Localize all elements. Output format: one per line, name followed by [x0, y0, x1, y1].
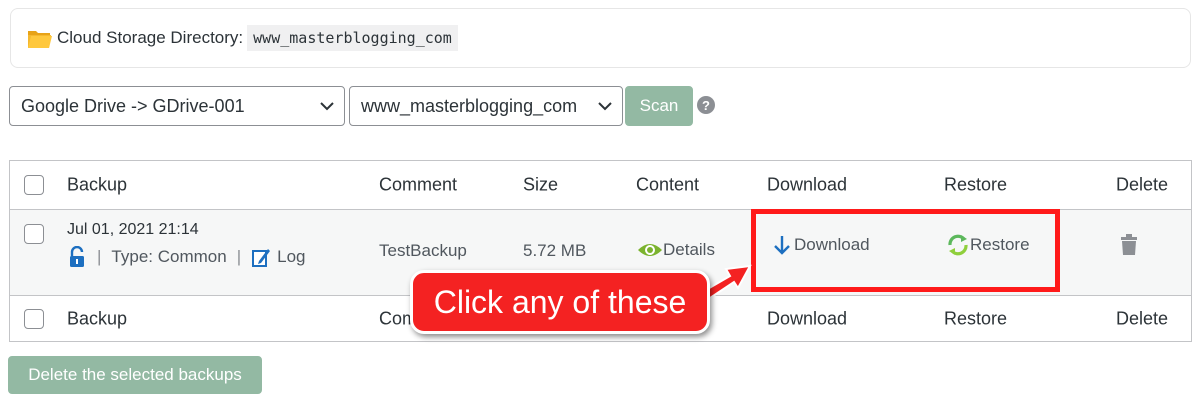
header-download: Download — [767, 174, 848, 195]
footer-delete: Delete — [1116, 308, 1169, 328]
details-link[interactable]: Details — [637, 240, 715, 260]
trash-icon[interactable] — [1120, 234, 1138, 256]
backup-date: Jul 01, 2021 21:14 — [67, 221, 199, 238]
restore-link[interactable]: Restore — [946, 234, 1030, 256]
row-checkbox[interactable] — [24, 224, 44, 244]
folder-select-value: www_masterblogging_com — [361, 95, 578, 116]
eye-icon — [638, 244, 662, 256]
lock-icon[interactable] — [67, 246, 87, 268]
backup-size: 5.72 MB — [523, 241, 587, 260]
directory-value: www_masterblogging_com — [247, 25, 458, 51]
details-label: Details — [663, 240, 715, 259]
header-content: Content — [636, 174, 700, 195]
restore-label: Restore — [970, 235, 1030, 254]
header-restore: Restore — [944, 174, 1008, 195]
help-icon[interactable]: ? — [697, 96, 715, 114]
folder-select[interactable]: www_masterblogging_com — [349, 86, 623, 126]
log-link[interactable]: Log — [277, 247, 305, 267]
footer-restore: Restore — [944, 308, 1008, 328]
backup-type: Type: Common — [111, 247, 227, 266]
callout-text: Click any of these — [433, 283, 687, 320]
cloud-storage-directory: Cloud Storage Directory: www_masterblogg… — [10, 8, 1191, 68]
chevron-down-icon — [598, 102, 612, 111]
backup-comment: TestBackup — [379, 241, 467, 260]
download-arrow-icon — [774, 236, 790, 255]
meta-separator: | — [236, 247, 242, 266]
footer-backup: Backup — [67, 308, 128, 328]
header-delete: Delete — [1116, 174, 1169, 195]
download-label: Download — [794, 235, 870, 254]
log-icon[interactable] — [251, 246, 271, 268]
annotation-callout: Click any of these — [410, 270, 710, 334]
select-all-checkbox-footer[interactable] — [24, 308, 44, 329]
select-all-checkbox[interactable] — [24, 175, 44, 195]
delete-selected-button[interactable]: Delete the selected backups — [8, 356, 262, 394]
folder-icon — [28, 31, 52, 48]
meta-separator: | — [97, 247, 102, 266]
directory-label: Cloud Storage Directory: — [57, 28, 244, 47]
storage-select-value: Google Drive -> GDrive-001 — [21, 95, 245, 116]
table-header: Backup Comment Size Content Download Res… — [10, 161, 1191, 210]
storage-select[interactable]: Google Drive -> GDrive-001 — [9, 86, 345, 126]
download-link[interactable]: Download — [772, 234, 870, 256]
restore-icon — [948, 234, 968, 256]
header-backup: Backup — [67, 174, 128, 195]
footer-download: Download — [767, 308, 848, 328]
header-comment: Comment — [379, 174, 458, 195]
chevron-down-icon — [320, 102, 334, 111]
backup-meta: | Type: Common | Log — [67, 246, 305, 268]
scan-button[interactable]: Scan — [625, 86, 693, 126]
header-size: Size — [523, 174, 559, 195]
